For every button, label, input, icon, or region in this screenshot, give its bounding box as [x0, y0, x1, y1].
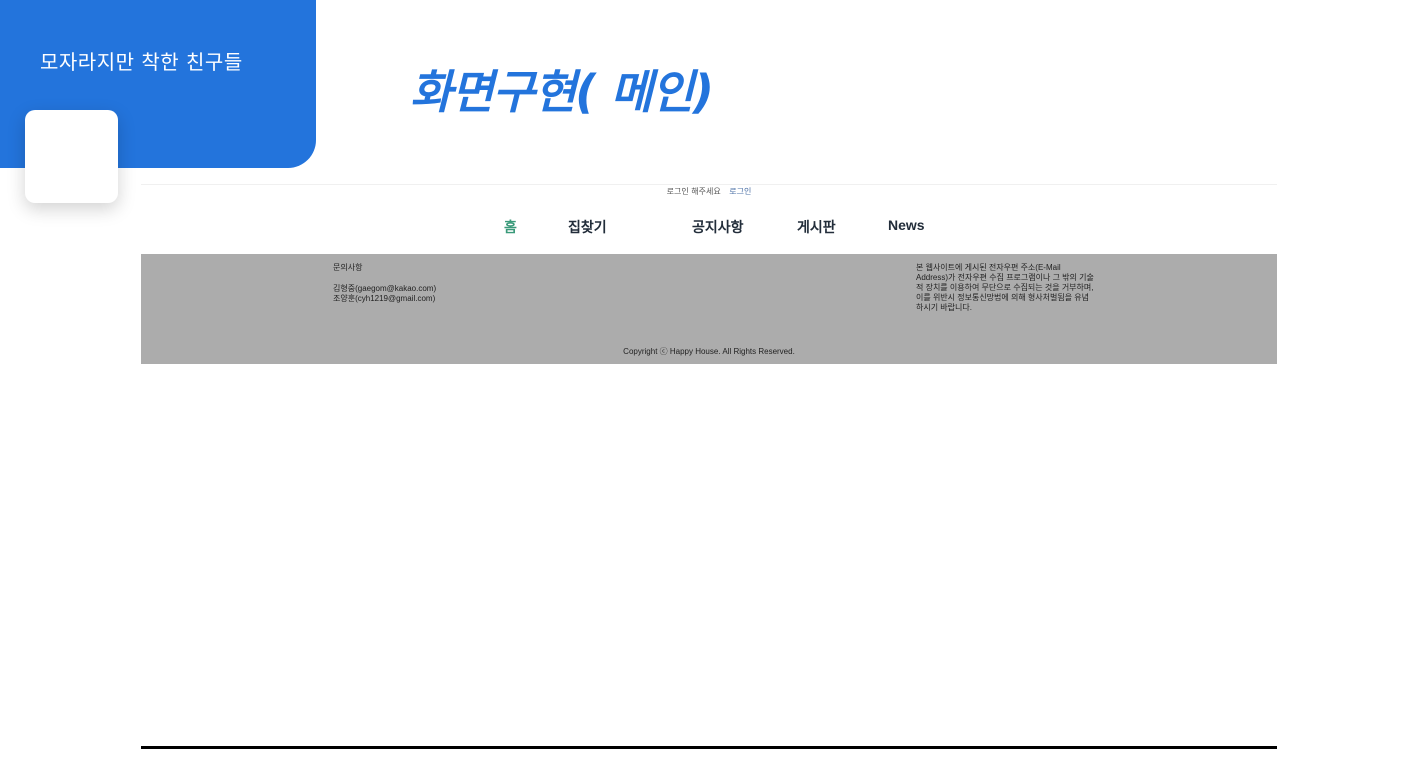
nav-item-find-house[interactable]: 집찾기 — [568, 217, 607, 237]
nav-item-home[interactable]: 홈 — [504, 217, 517, 237]
main-nav: 홈 집찾기 공지사항 게시판 News — [141, 217, 1277, 239]
login-message: 로그인 해주세요 — [666, 187, 721, 196]
nav-item-notices[interactable]: 공지사항 — [692, 217, 744, 237]
contact-heading: 문의사항 — [333, 263, 363, 272]
copyright: Copyright ⓒ Happy House. All Rights Rese… — [623, 347, 795, 356]
login-bar: 로그인 해주세요 로그인 — [141, 186, 1277, 197]
team-name: 모자라지만 착한 친구들 — [40, 50, 243, 74]
nav-item-board[interactable]: 게시판 — [797, 217, 836, 237]
contact-email: 조양훈(cyh1219@gmail.com) — [333, 294, 436, 303]
contact-email: 김형중(gaegom@kakao.com) — [333, 284, 437, 293]
login-link[interactable]: 로그인 — [729, 187, 751, 196]
logo-card — [25, 110, 118, 203]
email-policy-notice: 본 웹사이트에 게시된 전자우편 주소(E-Mail Address)가 전자우… — [916, 263, 1094, 312]
contact-section: 문의사항 김형중(gaegom@kakao.com) 조양훈(cyh1219@g… — [333, 263, 436, 304]
nav-item-news[interactable]: News — [888, 217, 925, 233]
website-screenshot: 로그인 해주세요 로그인 홈 집찾기 공지사항 게시판 News 문의사항 김형… — [141, 184, 1277, 364]
slide-title: 화면구현( 메인) — [410, 65, 714, 119]
site-footer: 문의사항 김형중(gaegom@kakao.com) 조양훈(cyh1219@g… — [141, 254, 1277, 364]
bottom-divider — [141, 746, 1277, 749]
